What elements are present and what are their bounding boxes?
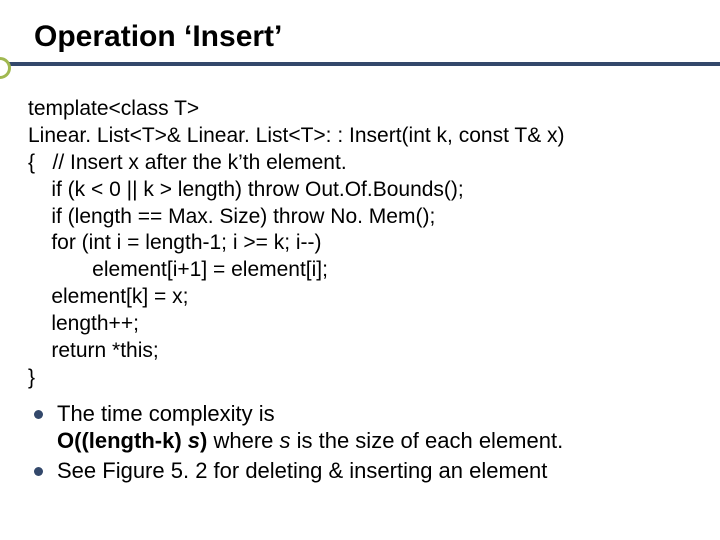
content-area: template<class T> Linear. List<T>& Linea… — [28, 74, 692, 484]
code-line: if (length == Max. Size) throw No. Mem()… — [28, 205, 435, 228]
note-item: See Figure 5. 2 for deleting & inserting… — [28, 457, 692, 485]
code-line: element[i+1] = element[i]; — [28, 258, 328, 281]
title-region: Operation ‘Insert’ — [28, 20, 692, 60]
code-line: } — [28, 366, 35, 389]
note-text: See Figure 5. 2 for deleting & inserting… — [57, 457, 692, 485]
note-text: The time complexity is O((length-k) s) w… — [57, 400, 692, 455]
complexity-s: s — [188, 428, 200, 453]
code-line: return *this; — [28, 339, 159, 362]
code-line: { // Insert x after the k’th element. — [28, 151, 347, 174]
accent-circle-icon — [0, 57, 11, 79]
complexity-prefix: O((length-k) — [57, 428, 188, 453]
title-underline — [0, 62, 720, 66]
code-line: element[k] = x; — [28, 285, 188, 308]
code-line: length++; — [28, 312, 139, 335]
note-where: where — [207, 428, 279, 453]
bullet-icon — [34, 410, 43, 419]
code-block: template<class T> Linear. List<T>& Linea… — [28, 96, 692, 392]
note-item: The time complexity is O((length-k) s) w… — [28, 400, 692, 455]
code-line: Linear. List<T>& Linear. List<T>: : Inse… — [28, 124, 565, 147]
note-line: The time complexity is — [57, 401, 275, 426]
notes-block: The time complexity is O((length-k) s) w… — [28, 400, 692, 485]
code-line: if (k < 0 || k > length) throw Out.Of.Bo… — [28, 178, 464, 201]
note-tail: is the size of each element. — [291, 428, 564, 453]
slide-title: Operation ‘Insert’ — [28, 20, 692, 60]
code-line: for (int i = length-1; i >= k; i--) — [28, 231, 322, 254]
var-s: s — [280, 428, 291, 453]
bullet-icon — [34, 467, 43, 476]
slide: Operation ‘Insert’ template<class T> Lin… — [0, 0, 720, 540]
code-line: template<class T> — [28, 97, 199, 120]
